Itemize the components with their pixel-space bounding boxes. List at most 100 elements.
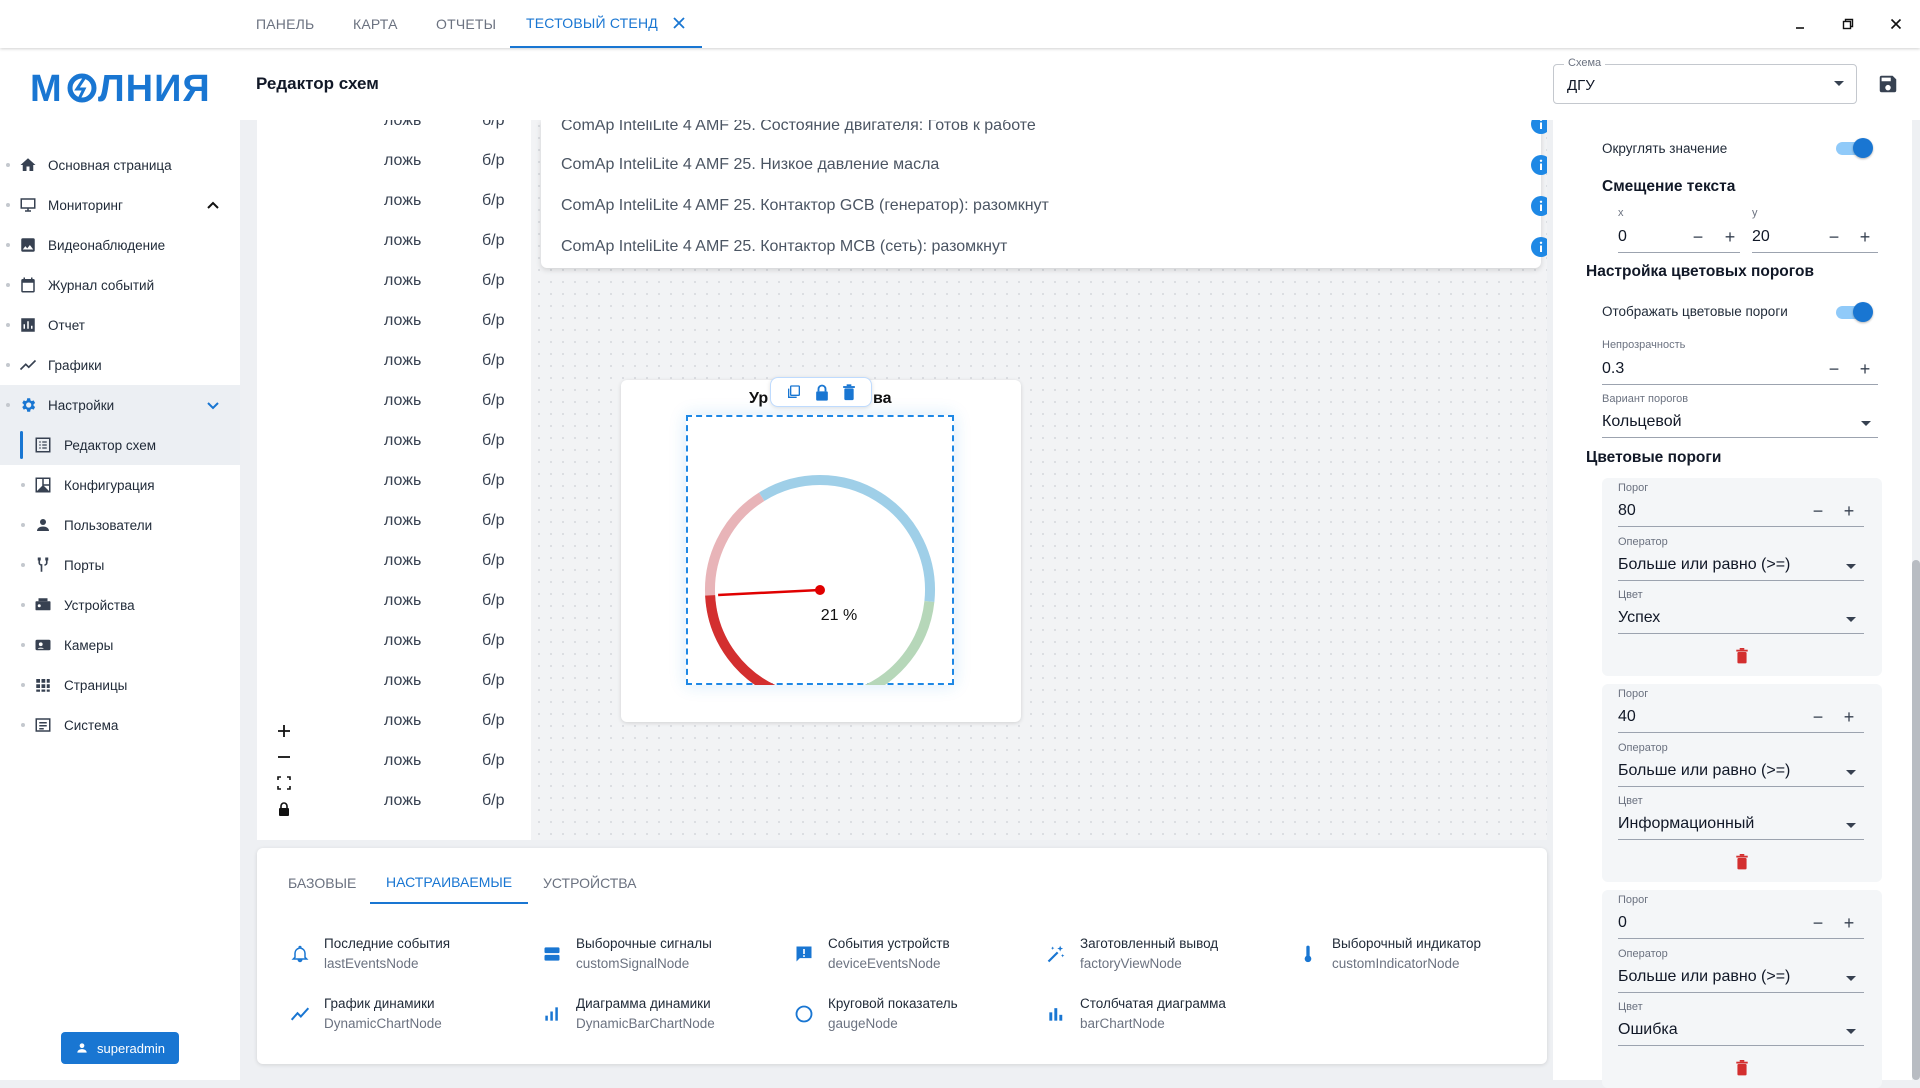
tab-test-stand[interactable]: ТЕСТОВЫЙ СТЕНД [510,0,702,48]
signal-value: ложь [384,672,422,689]
increment-button[interactable]: + [1857,360,1873,378]
fit-view-button[interactable] [271,770,297,796]
nav-users[interactable]: Пользователи [0,505,240,545]
signal-list-node[interactable]: ложь б/р ложь б/р ложь б/р ложь б/р ложь б/р ложь б… [257,120,531,840]
threshold-value-input[interactable]: 0 [1618,914,1627,932]
tab-map[interactable]: КАРТА [353,0,398,48]
increment-button[interactable]: + [1857,228,1873,246]
zoom-out-button[interactable] [271,744,297,770]
close-window-button[interactable] [1876,0,1916,48]
lock-view-button[interactable] [271,796,297,822]
nav-monitoring[interactable]: Мониторинг [0,185,240,225]
lock-icon[interactable] [815,384,829,401]
y-offset-input[interactable]: 20 [1752,228,1770,246]
decrement-button[interactable]: − [1810,708,1826,726]
chevron-down-icon[interactable] [203,395,223,415]
palette-item-dynamic-bar-chart[interactable]: Диаграмма динамики DynamicBarChartNode [540,992,780,1036]
palette-item-dynamic-chart[interactable]: График динамики DynamicChartNode [288,992,528,1036]
palette-item-device-events[interactable]: События устройств deviceEventsNode [792,932,1032,976]
nav-scheme-editor[interactable]: Редактор схем [0,425,240,465]
increment-button[interactable]: + [1722,228,1738,246]
decrement-button[interactable]: − [1826,360,1842,378]
zoom-in-button[interactable] [271,718,297,744]
x-offset-input[interactable]: 0 [1618,228,1627,246]
bar-chart-icon [540,1002,564,1026]
operator-select[interactable]: Больше или равно (>=) [1618,762,1790,780]
info-icon[interactable] [1531,196,1547,216]
user-button[interactable]: superadmin [61,1032,179,1064]
color-caption: Цвет [1618,795,1643,807]
delete-threshold-button[interactable] [1734,854,1750,870]
signal-unit: б/р [482,752,505,769]
color-select[interactable]: Успех [1618,609,1660,627]
delete-threshold-button[interactable] [1734,1060,1750,1076]
variant-select[interactable]: Кольцевой [1602,413,1682,431]
threshold-value-input[interactable]: 40 [1618,708,1636,726]
minimize-button[interactable] [1780,0,1820,48]
threshold-value-input[interactable]: 80 [1618,502,1636,520]
zoom-in-icon [278,725,290,737]
signal-value: ложь [384,752,422,769]
nav-charts[interactable]: Графики [0,345,240,385]
palette-tab-basic[interactable]: БАЗОВЫЕ [288,862,356,904]
nav-label: Графики [48,357,102,373]
device-events-node[interactable]: ComAp InteliLite 4 AMF 25. Состояние дви… [541,120,1547,268]
color-select[interactable]: Ошибка [1618,1021,1678,1039]
save-button[interactable] [1874,70,1902,98]
bullet [6,403,10,407]
increment-button[interactable]: + [1841,708,1857,726]
chevron-up-icon[interactable] [203,195,223,215]
signal-unit: б/р [482,512,505,529]
nav-cameras[interactable]: Камеры [0,625,240,665]
round-value-toggle[interactable] [1836,138,1873,158]
opacity-input[interactable]: 0.3 [1602,360,1624,378]
signal-unit: б/р [482,232,505,249]
info-icon[interactable] [1531,120,1547,134]
decrement-button[interactable]: − [1690,228,1706,246]
tab-reports[interactable]: ОТЧЕТЫ [436,0,496,48]
nav-report[interactable]: Отчет [0,305,240,345]
panel-scrollbar[interactable] [1912,560,1920,1080]
maximize-button[interactable] [1828,0,1868,48]
decrement-button[interactable]: − [1826,228,1842,246]
info-icon[interactable] [1531,237,1547,257]
operator-select[interactable]: Больше или равно (>=) [1618,556,1790,574]
nav-label: Основная страница [48,157,172,173]
copy-icon[interactable] [786,384,802,400]
scheme-canvas[interactable]: ложь б/р ложь б/р ложь б/р ложь б/р ложь б/р ложь б… [257,120,1547,840]
palette-item-last-events[interactable]: Последние события lastEventsNode [288,932,528,976]
trash-icon[interactable] [842,383,856,401]
nav-label: Мониторинг [48,197,123,213]
palette-item-gauge[interactable]: Круговой показатель gaugeNode [792,992,1032,1036]
scheme-select[interactable]: Схема ДГУ [1553,57,1857,104]
increment-button[interactable]: + [1841,502,1857,520]
nav-ports[interactable]: Порты [0,545,240,585]
palette-item-custom-indicator[interactable]: Выборочный индикатор customIndicatorNode [1296,932,1536,976]
palette-item-custom-signals[interactable]: Выборочные сигналы customSignalNode [540,932,780,976]
tab-panel[interactable]: ПАНЕЛЬ [256,0,314,48]
increment-button[interactable]: + [1841,914,1857,932]
info-icon[interactable] [1531,155,1547,175]
color-select[interactable]: Информационный [1618,815,1754,833]
palette-tab-devices[interactable]: УСТРОЙСТВА [543,862,636,904]
signal-value: ложь [384,352,422,369]
delete-threshold-button[interactable] [1734,648,1750,664]
show-thresholds-toggle[interactable] [1836,302,1873,322]
nav-devices[interactable]: Устройства [0,585,240,625]
operator-select[interactable]: Больше или равно (>=) [1618,968,1790,986]
palette-item-name: Столбчатая диаграмма [1080,996,1226,1011]
nav-pages[interactable]: Страницы [0,665,240,705]
palette-item-bar-chart[interactable]: Столбчатая диаграмма barChartNode [1044,992,1284,1036]
nav-configuration[interactable]: Конфигурация [0,465,240,505]
nav-system[interactable]: Система [0,705,240,745]
system-icon [33,715,53,735]
close-icon[interactable] [672,16,686,30]
palette-tab-custom[interactable]: НАСТРАИВАЕМЫЕ [370,862,529,904]
palette-item-factory-view[interactable]: Заготовленный вывод factoryViewNode [1044,932,1284,976]
decrement-button[interactable]: − [1810,502,1826,520]
nav-home[interactable]: Основная страница [0,145,240,185]
decrement-button[interactable]: − [1810,914,1826,932]
nav-settings[interactable]: Настройки [0,385,240,425]
nav-event-log[interactable]: Журнал событий [0,265,240,305]
nav-video[interactable]: Видеонаблюдение [0,225,240,265]
